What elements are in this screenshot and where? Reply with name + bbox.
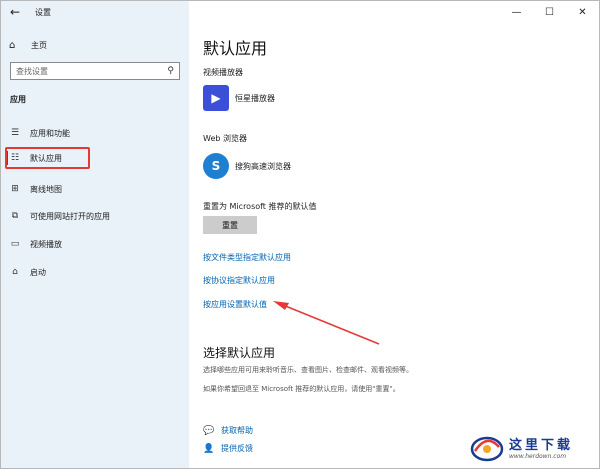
sidebar: ← 设置 ⌂ 主页 ⚲ 应用 ☰ 应用和功能 ☷ 默认应用 ⊞ 离线地图 ⧉ 可	[1, 1, 189, 468]
annotation-highlight-box	[5, 147, 90, 169]
sidebar-item-label: 应用和功能	[30, 128, 70, 138]
sidebar-item-home[interactable]: ⌂ 主页	[9, 37, 47, 53]
link-by-app[interactable]: 按应用设置默认值	[203, 299, 267, 310]
browser-name: 搜狗高速浏览器	[235, 161, 291, 171]
sidebar-item-video-playback[interactable]: ▭ 视频播放	[9, 235, 184, 253]
reset-hint: 如果你希望回退至 Microsoft 推荐的默认应用，请使用"重置"。	[203, 385, 400, 393]
get-help-label: 获取帮助	[221, 426, 253, 435]
link-by-file-type[interactable]: 按文件类型指定默认应用	[203, 252, 291, 263]
back-arrow-icon[interactable]: ←	[1, 1, 29, 23]
feedback-link[interactable]: 👤 提供反馈	[203, 443, 253, 454]
video-playback-icon: ▭	[10, 239, 20, 249]
minimize-icon[interactable]: —	[500, 1, 533, 23]
maximize-icon[interactable]: ☐	[533, 1, 566, 23]
watermark-text: 这里下载	[509, 438, 574, 453]
sidebar-item-label: 可使用网站打开的应用	[30, 211, 110, 221]
search-box[interactable]: ⚲	[10, 62, 180, 80]
browser-label: Web 浏览器	[203, 134, 247, 143]
home-icon: ⌂	[9, 39, 16, 51]
watermark-logo-icon	[470, 436, 504, 462]
help-chat-icon: 💬	[203, 425, 215, 436]
section-label: 应用	[10, 95, 26, 104]
get-help-link[interactable]: 💬 获取帮助	[203, 425, 253, 436]
video-player-app-icon: ▶	[203, 85, 229, 111]
sidebar-item-offline-maps[interactable]: ⊞ 离线地图	[9, 180, 184, 198]
watermark: 这里下载 www.herdown.com	[469, 426, 599, 468]
main-content: 默认应用 视频播放器 ▶ 恒星播放器 Web 浏览器 S 搜狗高速浏览器 重置为…	[189, 23, 599, 468]
close-icon[interactable]: ✕	[566, 1, 599, 23]
sidebar-item-website-apps[interactable]: ⧉ 可使用网站打开的应用	[9, 207, 184, 225]
choose-default-apps-title: 选择默认应用	[203, 346, 276, 360]
feedback-icon: 👤	[203, 443, 215, 454]
website-apps-icon: ⧉	[11, 211, 19, 221]
sidebar-item-startup[interactable]: ⌂ 启动	[9, 263, 184, 281]
search-icon[interactable]: ⚲	[167, 66, 174, 76]
feedback-label: 提供反馈	[221, 444, 253, 453]
sidebar-item-label: 视频播放	[30, 239, 62, 249]
browser-app-icon: S	[203, 153, 229, 179]
sidebar-item-label: 启动	[30, 267, 46, 277]
browser-selector[interactable]: S 搜狗高速浏览器	[203, 153, 291, 179]
reset-label: 重置为 Microsoft 推荐的默认值	[203, 202, 317, 211]
settings-window: ← 设置 ⌂ 主页 ⚲ 应用 ☰ 应用和功能 ☷ 默认应用 ⊞ 离线地图 ⧉ 可	[0, 0, 600, 469]
search-input[interactable]	[16, 66, 168, 76]
sidebar-item-apps-features[interactable]: ☰ 应用和功能	[9, 124, 184, 142]
link-by-protocol[interactable]: 按协议指定默认应用	[203, 275, 275, 286]
choose-description: 选择哪些应用可用来聆听音乐、查看图片、检查邮件、观看视频等。	[203, 366, 413, 374]
watermark-url: www.herdown.com	[509, 453, 567, 460]
reset-button[interactable]: 重置	[203, 216, 257, 234]
titlebar: ← 设置	[1, 1, 189, 23]
page-title: 默认应用	[203, 39, 268, 58]
window-controls: — ☐ ✕	[500, 1, 599, 23]
offline-map-icon: ⊞	[11, 184, 19, 194]
startup-icon: ⌂	[12, 267, 18, 277]
home-label: 主页	[31, 40, 47, 50]
video-player-label: 视频播放器	[203, 68, 243, 77]
video-player-selector[interactable]: ▶ 恒星播放器	[203, 85, 275, 111]
video-player-name: 恒星播放器	[235, 93, 275, 103]
sidebar-item-label: 离线地图	[30, 184, 62, 194]
app-title: 设置	[35, 7, 51, 17]
apps-list-icon: ☰	[10, 128, 20, 138]
